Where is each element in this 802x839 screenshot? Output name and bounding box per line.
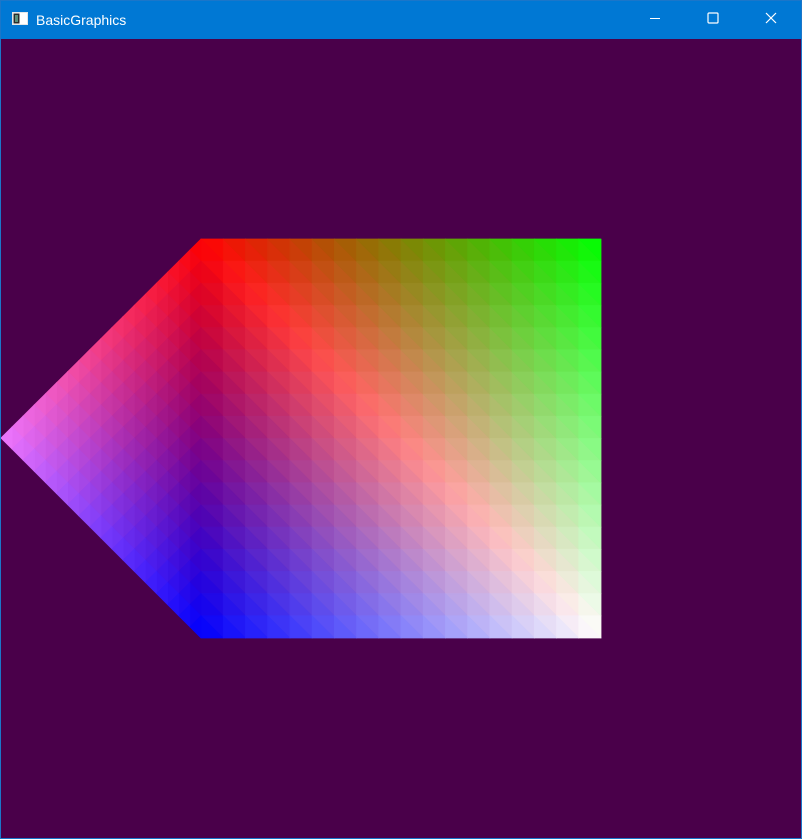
maximize-icon [707,11,719,29]
render-viewport [1,39,801,838]
minimize-button[interactable] [626,1,684,39]
title-bar[interactable]: BasicGraphics [1,1,801,39]
colored-shape [1,238,602,639]
minimize-icon [649,11,661,29]
close-icon [765,11,777,29]
maximize-button[interactable] [684,1,742,39]
app-window: BasicGraphics [0,0,802,839]
scene-canvas [1,238,602,639]
window-title: BasicGraphics [36,12,127,28]
app-window-icon [12,12,28,25]
close-button[interactable] [742,1,800,39]
